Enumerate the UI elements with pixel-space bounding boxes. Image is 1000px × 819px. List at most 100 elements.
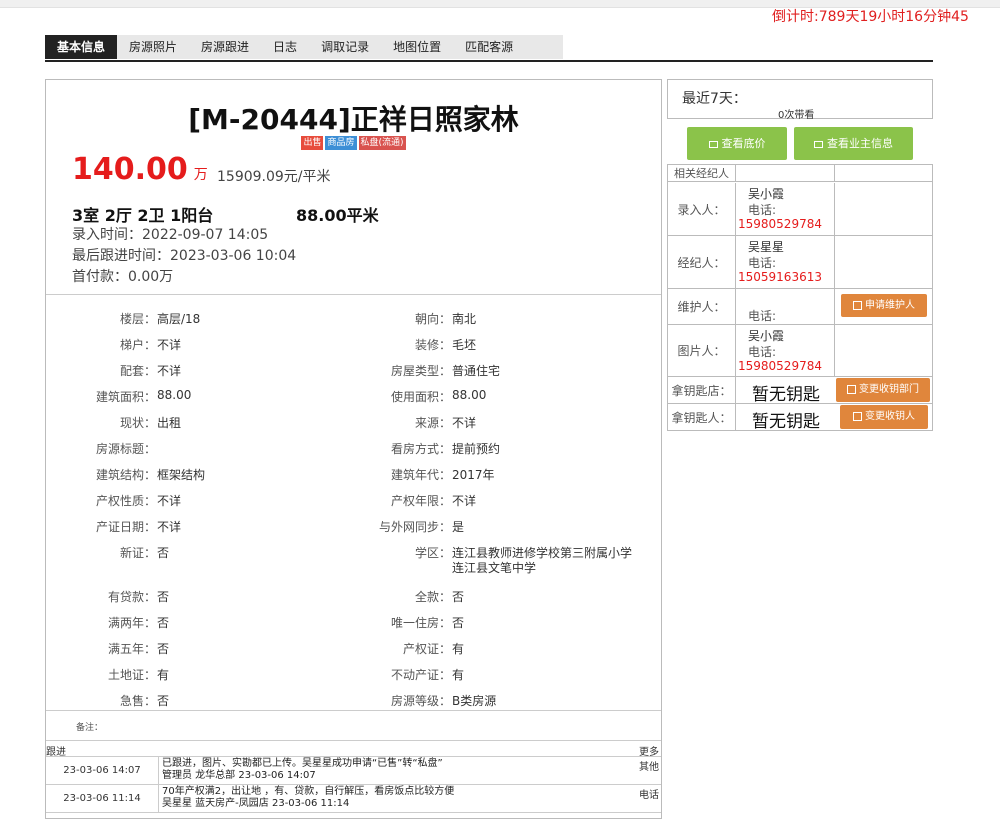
field-label: 房源标题： <box>95 442 156 456</box>
agent-role: 维护人： <box>668 289 736 324</box>
agent-contact: 电话: <box>737 289 835 324</box>
tag-for-sale: 出售 <box>301 136 324 150</box>
view-owner-info-button[interactable]: 查看业主信息 <box>794 127 913 160</box>
agent-row-entry: 录入人： 吴小霞 电话: 15980529784 <box>668 183 932 236</box>
field-row: 配套： 不详 房屋类型： 普通住宅 <box>46 362 661 380</box>
tab-underline <box>45 60 933 62</box>
field-value: 否 <box>157 694 170 708</box>
agent-phone[interactable]: 15980529784 <box>738 359 822 373</box>
apply-maintainer-button[interactable]: 申请维护人 <box>841 294 927 317</box>
edit-icon <box>853 411 862 421</box>
tab-log[interactable]: 日志 <box>261 35 309 59</box>
follow-text: 70年产权满2，出让地 ，有、贷款，自行解压，看房饭点比较方便 <box>162 786 455 797</box>
button-label: 变更收钥人 <box>865 411 915 422</box>
field-row: 产权性质： 不详 产权年限： 不详 <box>46 492 661 510</box>
field-label: 产权年限： <box>390 494 451 508</box>
agent-contact: 吴小霞 电话: 15980529784 <box>737 325 835 376</box>
table-row: 23-03-06 11:14 70年产权满2，出让地 ，有、贷款，自行解压，看房… <box>46 785 661 813</box>
follow-type: 其他 <box>639 762 659 773</box>
button-label: 变更收钥部门 <box>859 384 919 395</box>
key-person-value: 暂无钥匙 <box>752 412 820 432</box>
tag-commercial-housing: 商品房 <box>325 136 357 150</box>
field-value: 否 <box>452 616 465 630</box>
agent-phone[interactable]: 15059163613 <box>738 270 822 284</box>
field-label: 配套： <box>119 364 156 378</box>
field-value: 2017年 <box>452 468 495 482</box>
agent-phone[interactable]: 15980529784 <box>738 217 822 231</box>
follow-up-header: 跟进 更多 <box>46 741 661 758</box>
field-value: 88.00 <box>452 388 487 402</box>
key-store-label: 拿钥匙店： <box>668 377 736 403</box>
field-label: 产权性质： <box>95 494 156 508</box>
key-person-label: 拿钥匙人： <box>668 404 736 431</box>
field-value: 不详 <box>157 520 182 534</box>
agent-row-photographer: 图片人： 吴小霞 电话: 15980529784 <box>668 325 932 377</box>
change-key-person-button[interactable]: 变更收钥人 <box>840 405 928 429</box>
field-value: 框架结构 <box>157 468 206 482</box>
field-label: 朝向： <box>414 312 451 326</box>
field-label: 使用面积： <box>390 390 451 404</box>
field-value: 否 <box>157 642 170 656</box>
tab-basic-info[interactable]: 基本信息 <box>45 35 118 59</box>
field-row: 满两年：否唯一住房：否 <box>46 614 661 632</box>
tab-match-clients[interactable]: 匹配客源 <box>453 35 525 59</box>
field-label: 产权证： <box>402 642 451 656</box>
agent-name: 吴小霞 <box>748 329 785 343</box>
field-value: 不详 <box>452 494 477 508</box>
tag-private-listing: 私盘(流通) <box>358 136 406 150</box>
agent-role: 录入人： <box>668 183 736 235</box>
floor-area: 88.00平米 <box>296 206 379 225</box>
card-icon <box>708 140 718 148</box>
agent-name: 吴星星 <box>748 240 785 254</box>
tab-follow-up[interactable]: 房源跟进 <box>189 35 261 59</box>
follow-author: 吴星星 蓝天房产-凤园店 23-03-06 11:14 <box>162 798 350 809</box>
view-base-price-button[interactable]: 查看底价 <box>687 127 787 160</box>
field-row: 梯户： 不详 装修： 毛坯 <box>46 336 661 354</box>
field-value: 提前预约 <box>452 442 501 456</box>
agent-contact: 吴星星 电话: 15059163613 <box>737 236 835 288</box>
countdown-timer: 倒计时:789天19小时16分钟45 <box>772 9 969 25</box>
field-row: 土地证：有不动产证：有 <box>46 666 661 684</box>
tab-map[interactable]: 地图位置 <box>381 35 453 59</box>
agents-header-row: 相关经纪人 <box>668 165 932 182</box>
tab-access-records[interactable]: 调取记录 <box>309 35 381 59</box>
button-label: 申请维护人 <box>865 300 915 311</box>
field-value: 南北 <box>452 312 477 326</box>
field-label: 满五年： <box>107 642 156 656</box>
listing-detail-panel: [M-20444]正祥日照家林 出售 商品房 私盘(流通) 140.00 万 15… <box>45 79 662 819</box>
change-key-department-button[interactable]: 变更收钥部门 <box>836 378 930 402</box>
field-value: 不详 <box>157 364 182 378</box>
follow-content: 已跟进，图片、实勘都已上传。吴星星成功申请“已售”转“私盘” 管理员 龙华总部 … <box>162 758 632 782</box>
field-label: 不动产证： <box>390 668 451 682</box>
listing-tags: 出售 商品房 私盘(流通) <box>46 136 661 150</box>
more-link[interactable]: 更多 <box>639 743 659 758</box>
field-row: 建筑面积： 88.00 使用面积： 88.00 <box>46 388 661 406</box>
agents-header: 相关经纪人 <box>668 165 736 182</box>
field-row: 急售：否 房源等级： B类房源 <box>46 692 661 710</box>
field-label: 新证： <box>119 546 156 560</box>
tab-photos[interactable]: 房源照片 <box>117 35 189 59</box>
field-label: 产证日期： <box>95 520 156 534</box>
edit-icon <box>853 300 862 310</box>
phone-label: 电话: <box>748 256 777 270</box>
follow-date: 23-03-06 11:14 <box>46 785 159 812</box>
field-label: 与外网同步： <box>378 520 451 534</box>
room-layout: 3室 2厅 2卫 1阳台 <box>72 206 214 225</box>
price-value: 140.00 <box>72 152 188 187</box>
follow-type: 电话 <box>639 790 659 801</box>
follow-text: 已跟进，图片、实勘都已上传。吴星星成功申请“已售”转“私盘” <box>162 758 443 769</box>
follow-date: 23-03-06 14:07 <box>46 757 159 784</box>
field-value: 否 <box>157 616 170 630</box>
recent-viewings-box: 最近7天： 0次带看 <box>667 79 933 121</box>
field-value: 高层/18 <box>157 312 201 326</box>
agent-contact: 吴小霞 电话: 15980529784 <box>737 183 835 235</box>
follow-content: 70年产权满2，出让地 ，有、贷款，自行解压，看房饭点比较方便 吴星星 蓝天房产… <box>162 786 632 810</box>
field-value: 普通住宅 <box>452 364 501 378</box>
field-label: 现状： <box>119 416 156 430</box>
listing-title: [M-20444]正祥日照家林 <box>188 103 519 136</box>
divider <box>46 294 661 295</box>
field-value: 毛坯 <box>452 338 477 352</box>
down-payment: 首付款：0.00万 <box>72 269 174 285</box>
field-value: 不详 <box>157 494 182 508</box>
field-value: 88.00 <box>157 388 192 402</box>
